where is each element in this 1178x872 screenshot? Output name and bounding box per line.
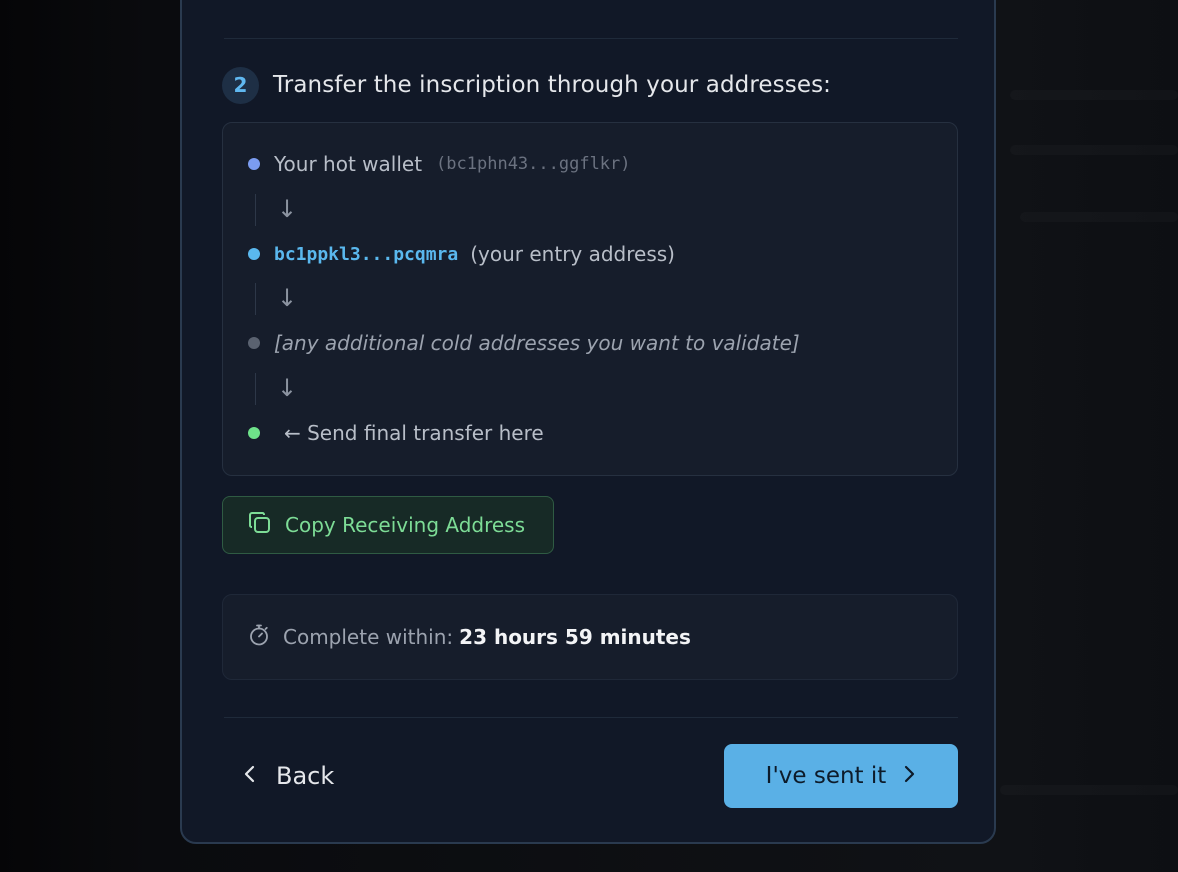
sent-confirmation-button[interactable]: I've sent it <box>724 744 958 808</box>
step-title: Transfer the inscription through your ad… <box>273 72 832 98</box>
entry-address-note: (your entry address) <box>470 242 675 266</box>
flow-connector-line <box>255 373 256 405</box>
flow-step-entry-address: bc1ppkl3...pcqmra (your entry address) <box>248 242 675 266</box>
backdrop-shadow-row <box>1010 90 1178 100</box>
timer-value: 23 hours 59 minutes <box>459 625 691 649</box>
additional-addresses-note: [any additional cold addresses you want … <box>274 331 800 355</box>
backdrop-shadow-row <box>1020 212 1178 222</box>
transfer-modal: 2 Transfer the inscription through your … <box>180 0 996 844</box>
copy-receiving-address-button[interactable]: Copy Receiving Address <box>222 496 554 554</box>
hot-wallet-label: Your hot wallet <box>274 152 423 176</box>
chevron-right-icon <box>902 764 916 788</box>
completion-timer-panel: Complete within: 23 hours 59 minutes <box>222 594 958 680</box>
footer-divider <box>224 717 958 718</box>
final-transfer-dot <box>248 427 260 439</box>
flow-connector-line <box>255 283 256 315</box>
backdrop-shadow-row <box>1010 145 1178 155</box>
stopwatch-icon <box>247 623 271 651</box>
chevron-left-icon <box>242 764 258 788</box>
copy-button-label: Copy Receiving Address <box>285 513 526 537</box>
sent-button-label: I've sent it <box>765 763 887 789</box>
backdrop-shadow-row <box>1000 785 1178 795</box>
hot-wallet-address: (bc1phn43...ggflkr) <box>436 154 631 174</box>
address-flow-panel: Your hot wallet (bc1phn43...ggflkr) ↓ bc… <box>222 122 958 476</box>
additional-address-dot <box>248 337 260 349</box>
back-button[interactable]: Back <box>242 756 334 796</box>
flow-step-additional-addresses: [any additional cold addresses you want … <box>248 331 800 355</box>
step-number-badge: 2 <box>222 66 259 104</box>
timer-label: Complete within: <box>283 625 454 649</box>
flow-step-hot-wallet: Your hot wallet (bc1phn43...ggflkr) <box>248 152 631 176</box>
flow-step-final-transfer: ← Send final transfer here <box>248 421 544 445</box>
entry-address-dot <box>248 248 260 260</box>
entry-address: bc1ppkl3...pcqmra <box>274 243 459 265</box>
copy-icon <box>247 510 273 540</box>
top-divider <box>224 38 958 39</box>
hot-wallet-dot <box>248 158 260 170</box>
final-transfer-note: ← Send final transfer here <box>284 421 544 445</box>
down-arrow-icon: ↓ <box>277 374 298 402</box>
back-button-label: Back <box>276 762 335 790</box>
down-arrow-icon: ↓ <box>277 284 298 312</box>
step-header: 2 Transfer the inscription through your … <box>222 66 831 104</box>
down-arrow-icon: ↓ <box>277 195 298 223</box>
flow-connector-line <box>255 194 256 226</box>
